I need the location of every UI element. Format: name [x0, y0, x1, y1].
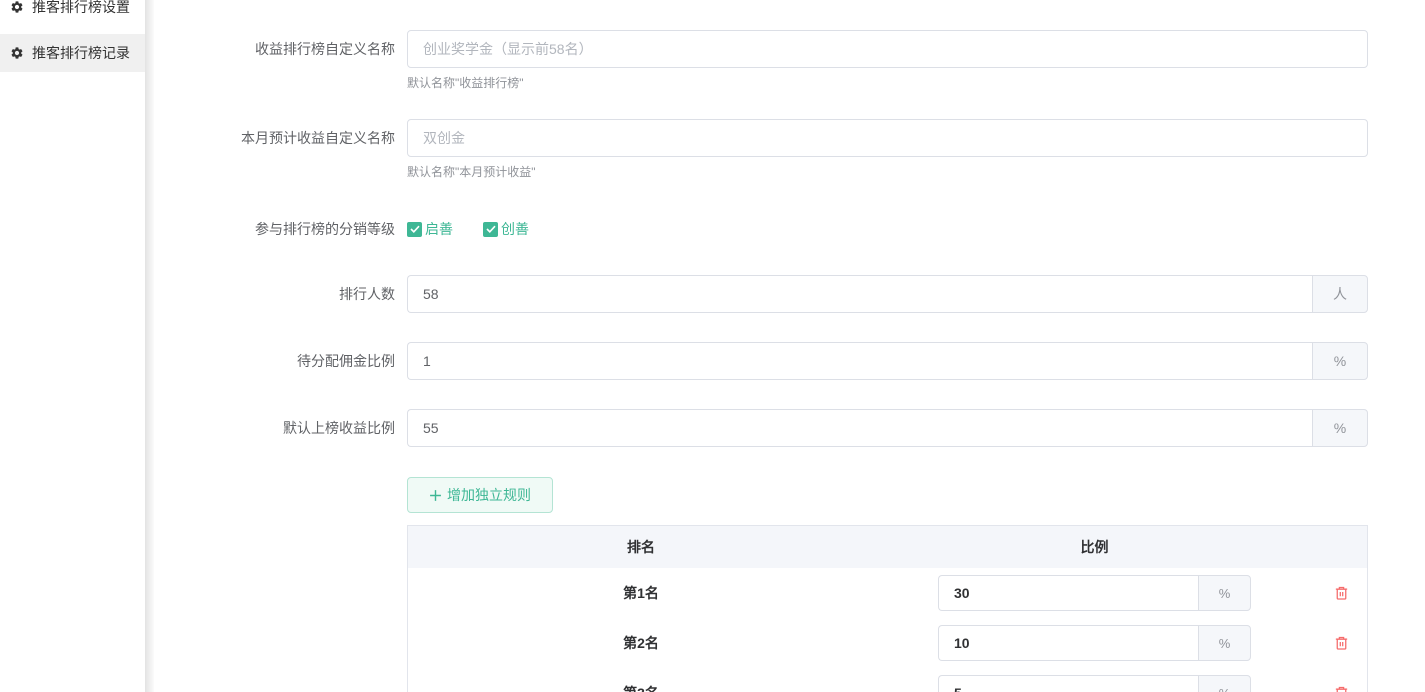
field-income-ranking-name: 收益排行榜自定义名称 默认名称"收益排行榜": [154, 30, 1425, 91]
field-distribution-levels: 参与排行榜的分销等级 启善 创善: [154, 210, 1425, 248]
checkbox-checked-icon: [407, 222, 422, 237]
rank2-ratio-input[interactable]: [938, 625, 1198, 661]
table-row-rank2: 第2名 %: [408, 618, 1367, 668]
commission-ratio-input[interactable]: [407, 342, 1312, 380]
plus-icon: [429, 489, 442, 502]
sidebar-item-ranking-settings[interactable]: 推客排行榜设置: [0, 0, 145, 26]
input-suffix-percent: %: [1312, 342, 1368, 380]
sidebar-item-ranking-records[interactable]: 推客排行榜记录: [0, 34, 145, 72]
checkbox-label: 创善: [501, 219, 529, 239]
rules-table: 排名 比例 第1名 %: [407, 525, 1368, 692]
input-suffix-percent: %: [1198, 675, 1251, 692]
field-help-text: 默认名称"本月预计收益": [407, 163, 1368, 180]
gear-icon: [10, 46, 24, 60]
checkbox-checked-icon: [483, 222, 498, 237]
field-commission-ratio: 待分配佣金比例 %: [154, 342, 1425, 380]
header-rank: 排名: [408, 537, 874, 557]
page: 推客排行榜设置 推客排行榜记录 收益排行榜自定义名称 默认名称"收益排行榜" 本…: [0, 0, 1425, 692]
rules-section: 增加独立规则 排名 比例 第1名 %: [154, 447, 1425, 692]
rank1-ratio-input[interactable]: [938, 575, 1198, 611]
field-default-income-ratio: 默认上榜收益比例 %: [154, 409, 1425, 447]
trash-icon: [1333, 634, 1350, 652]
rank-label: 第2名: [623, 635, 659, 651]
rules-table-header: 排名 比例: [408, 526, 1367, 568]
trash-icon: [1333, 584, 1350, 602]
field-help-text: 默认名称"收益排行榜": [407, 74, 1368, 91]
rank-label: 第3名: [623, 685, 659, 692]
table-row-rank3: 第3名 %: [408, 668, 1367, 692]
field-label: 参与排行榜的分销等级: [154, 210, 407, 248]
ranking-settings-form: 收益排行榜自定义名称 默认名称"收益排行榜" 本月预计收益自定义名称 默认名称"…: [154, 0, 1425, 692]
delete-rule-button[interactable]: [1333, 684, 1350, 692]
input-suffix-percent: %: [1312, 409, 1368, 447]
ranking-count-input[interactable]: [407, 275, 1312, 313]
field-month-income-name: 本月预计收益自定义名称 默认名称"本月预计收益": [154, 119, 1425, 180]
sidebar: 推客排行榜设置 推客排行榜记录: [0, 0, 145, 692]
sidebar-item-label: 推客排行榜记录: [32, 43, 130, 63]
field-label: 待分配佣金比例: [154, 342, 407, 380]
input-suffix-percent: %: [1198, 625, 1251, 661]
month-income-name-input[interactable]: [407, 119, 1368, 157]
rank3-ratio-input[interactable]: [938, 675, 1198, 692]
add-rule-button[interactable]: 增加独立规则: [407, 477, 553, 513]
add-rule-button-label: 增加独立规则: [447, 485, 531, 505]
income-ranking-name-input[interactable]: [407, 30, 1368, 68]
field-label: 默认上榜收益比例: [154, 409, 407, 447]
header-ratio: 比例: [874, 537, 1315, 557]
delete-rule-button[interactable]: [1333, 634, 1350, 652]
field-ranking-count: 排行人数 人: [154, 275, 1425, 313]
input-suffix-unit: 人: [1312, 275, 1368, 313]
trash-icon: [1333, 684, 1350, 692]
input-suffix-percent: %: [1198, 575, 1251, 611]
field-label: 排行人数: [154, 275, 407, 313]
rank-label: 第1名: [623, 585, 659, 601]
delete-rule-button[interactable]: [1333, 584, 1350, 602]
checkbox-level-qishan[interactable]: 启善: [407, 219, 453, 239]
field-label: 本月预计收益自定义名称: [154, 119, 407, 157]
field-label: 收益排行榜自定义名称: [154, 30, 407, 68]
default-income-ratio-input[interactable]: [407, 409, 1312, 447]
gear-icon: [10, 0, 24, 14]
table-row-rank1: 第1名 %: [408, 568, 1367, 618]
sidebar-item-label: 推客排行榜设置: [32, 0, 130, 17]
checkbox-level-chuangshan[interactable]: 创善: [483, 219, 529, 239]
checkbox-label: 启善: [425, 219, 453, 239]
